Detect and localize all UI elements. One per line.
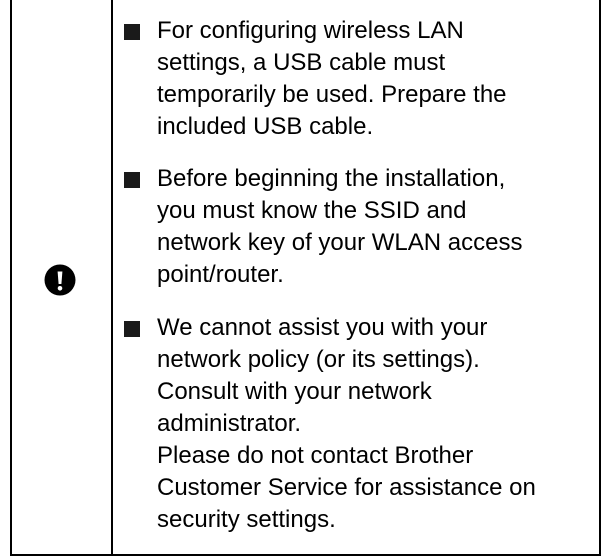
item-line: For configuring wireless LAN [157,17,464,44]
item-line: security settings. [157,506,336,533]
item-line: settings, a USB cable must [157,49,446,76]
exclamation-circle-icon [44,264,76,296]
item-line: you must know the SSID and [157,197,467,224]
item-line: point/router. [157,261,284,288]
item-line: administrator. [157,410,302,437]
icon-column [12,0,111,554]
item-line: network key of your WLAN access [157,229,523,256]
item-line: temporarily be used. Prepare the [157,81,507,108]
item-line: Before beginning the installation, [157,165,506,192]
item-line: Customer Service for assistance on [157,474,536,501]
column-divider [111,0,113,554]
notice-box: For configuring wireless LAN settings, a… [10,0,601,556]
square-bullet-icon [124,321,140,337]
item-line: Consult with your network [157,378,432,405]
list-item: We cannot assist you with your network p… [124,312,579,536]
item-line: Please do not contact Brother [157,442,474,469]
item-line: network policy (or its settings). [157,346,480,373]
square-bullet-icon [124,172,140,188]
item-line: included USB cable. [157,113,374,140]
square-bullet-icon [124,24,140,40]
item-line: We cannot assist you with your [157,314,488,341]
list-item: Before beginning the installation, you m… [124,163,579,291]
list-item: For configuring wireless LAN settings, a… [124,15,579,143]
